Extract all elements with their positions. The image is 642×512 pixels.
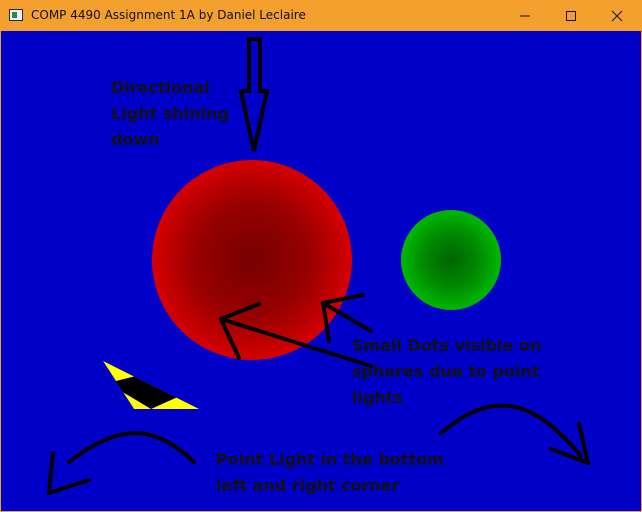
label-line: Light shining <box>111 104 229 123</box>
label-line: down <box>111 130 160 149</box>
close-button[interactable] <box>594 0 640 31</box>
minimize-icon <box>520 15 530 16</box>
striped-triangle <box>103 361 199 409</box>
label-line: Point Light in the bottom <box>216 450 444 469</box>
point-light-dot-left <box>201 296 211 306</box>
render-viewport[interactable]: Directional Light shining down Small Dot… <box>1 31 641 511</box>
label-line: spheres due to point <box>352 362 540 381</box>
bottom-left-arrow-icon <box>47 431 196 495</box>
label-line: left and right corner <box>216 476 400 495</box>
label-line: Small Dots visible on <box>352 336 542 355</box>
window-title: COMP 4490 Assignment 1A by Daniel Leclai… <box>31 8 306 22</box>
scene-canvas <box>47 37 590 495</box>
point-light-label: Point Light in the bottom left and right… <box>216 447 444 499</box>
point-light-dot-right <box>303 292 313 302</box>
maximize-icon <box>566 10 576 21</box>
directional-light-arrow-icon <box>238 37 270 152</box>
small-dots-label: Small Dots visible on spheres due to poi… <box>352 333 541 411</box>
label-line: lights <box>352 388 403 407</box>
label-line: Directional <box>111 78 210 97</box>
maximize-button[interactable] <box>548 0 594 31</box>
directional-light-label: Directional Light shining down <box>111 75 229 153</box>
bottom-right-arrow-icon <box>439 403 590 465</box>
app-window-icon <box>9 9 23 21</box>
close-icon <box>611 10 623 21</box>
title-bar[interactable]: COMP 4490 Assignment 1A by Daniel Leclai… <box>0 0 642 31</box>
green-sphere <box>401 210 501 310</box>
application-window: COMP 4490 Assignment 1A by Daniel Leclai… <box>0 0 642 512</box>
minimize-button[interactable] <box>502 0 548 31</box>
